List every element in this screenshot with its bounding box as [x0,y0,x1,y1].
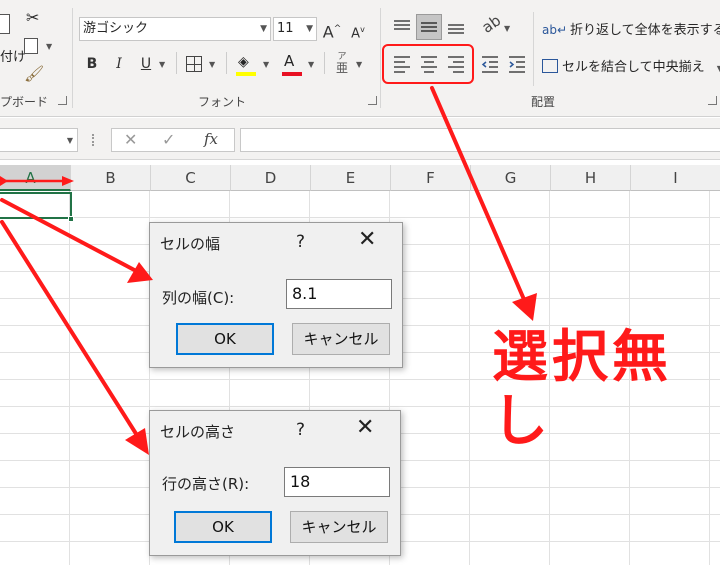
wrap-text-label: 折り返して全体を表示する [570,23,720,38]
formula-bar-grip[interactable] [92,134,94,146]
separator [176,52,177,74]
cancel-button[interactable]: キャンセル [292,323,390,355]
active-cell[interactable] [0,192,72,219]
orientation-icon[interactable]: ab [479,11,505,36]
font-size-value: 11 [277,21,294,36]
column-header-d[interactable]: D [231,165,311,191]
clipboard-group-label: プボード [0,95,49,109]
font-name-value: 游ゴシック [83,21,149,36]
bottom-align-icon[interactable] [446,17,466,37]
row-height-dialog: セルの高さ ? ✕ 行の高さ(R): 18 OK キャンセル [149,410,401,556]
separator [324,52,325,74]
chevron-down-icon: ▼ [260,24,267,34]
fill-color-dropdown-icon[interactable]: ▼ [263,60,269,69]
font-color-swatch [282,72,302,76]
horizontal-align-highlight [382,44,474,84]
alignment-group-label: 配置 [531,95,556,109]
fill-handle[interactable] [68,216,74,222]
column-header-h[interactable]: H [551,165,631,191]
close-icon[interactable]: ✕ [358,229,376,251]
formula-input[interactable] [240,128,720,152]
middle-align-icon[interactable] [419,17,439,37]
phonetic-guide-icon[interactable]: ア 亜 [334,52,350,74]
phonetic-dropdown-icon[interactable]: ▼ [356,60,362,69]
underline-dropdown-icon[interactable]: ▼ [159,60,165,69]
cancel-button[interactable]: キャンセル [290,511,388,543]
borders-icon[interactable] [186,56,202,72]
no-selection-annotation: 選択無し [492,325,672,454]
copy-icon[interactable] [24,38,38,54]
help-button[interactable]: ? [296,232,305,252]
close-icon[interactable]: ✕ [356,417,374,439]
decrease-indent-icon[interactable] [480,54,500,74]
column-width-label: 列の幅(C): [162,289,235,307]
help-button[interactable]: ? [296,420,305,440]
insert-function-button[interactable]: fx [204,130,218,148]
separator [533,12,534,86]
column-header-e[interactable]: E [311,165,391,191]
cut-icon[interactable]: ✂ [26,8,39,27]
name-box[interactable]: ▼ [0,128,78,152]
separator [72,8,73,108]
column-width-dialog: セルの幅 ? ✕ 列の幅(C): 8.1 OK キャンセル [149,222,403,368]
font-size-select[interactable]: 11 ▼ [273,17,317,41]
cancel-entry-icon[interactable]: ✕ [124,130,137,149]
increase-font-size-button[interactable]: A^ [322,17,342,41]
clipboard-launcher-icon[interactable] [58,96,67,105]
increase-indent-icon[interactable] [507,54,527,74]
enter-entry-icon[interactable]: ✓ [162,130,175,149]
italic-button[interactable]: I [110,52,128,76]
font-launcher-icon[interactable] [368,96,377,105]
orientation-dropdown-icon[interactable]: ▼ [504,24,510,33]
font-group-label: フォント [198,95,247,109]
wrap-text-icon: ab↵ [542,23,568,37]
dialog-title: セルの幅 [160,235,221,253]
excel-window: 付け ✂ ▼ 🖌 プボード 游ゴシック ▼ 11 ▼ A^ Av B I U ▼… [0,0,720,565]
column-header-g[interactable]: G [471,165,551,191]
merge-center-button[interactable]: セルを結合して中央揃え ▼ [542,56,720,75]
row-height-field[interactable]: 18 [284,467,390,497]
column-header-b[interactable]: B [71,165,151,191]
fill-color-swatch [236,72,256,76]
merge-center-label: セルを結合して中央揃え [562,60,705,75]
font-color-icon[interactable]: A [284,52,294,70]
separator [226,52,227,74]
column-header-a[interactable]: A [0,165,71,191]
formula-buttons: ✕ ✓ fx [111,128,235,152]
chevron-down-icon: ▼ [306,24,313,34]
bold-button[interactable]: B [83,52,101,76]
column-header-i[interactable]: I [631,165,720,191]
wrap-text-button[interactable]: ab↵ 折り返して全体を表示する [542,19,720,38]
column-header-f[interactable]: F [391,165,471,191]
dialog-title: セルの高さ [160,423,236,441]
paste-label[interactable]: 付け [0,46,26,65]
ok-button[interactable]: OK [176,323,274,355]
separator [380,8,381,108]
decrease-font-size-button[interactable]: Av [348,18,368,42]
copy-dropdown-icon[interactable]: ▼ [46,42,52,51]
paste-icon[interactable] [0,14,10,34]
font-color-dropdown-icon[interactable]: ▼ [308,60,314,69]
underline-button[interactable]: U [137,52,155,76]
borders-dropdown-icon[interactable]: ▼ [209,60,215,69]
font-name-select[interactable]: 游ゴシック ▼ [79,17,271,41]
format-painter-icon[interactable]: 🖌 [24,64,44,83]
merge-center-icon [542,59,558,73]
row-height-label: 行の高さ(R): [162,475,250,493]
column-width-field[interactable]: 8.1 [286,279,392,309]
ribbon: 付け ✂ ▼ 🖌 プボード 游ゴシック ▼ 11 ▼ A^ Av B I U ▼… [0,0,720,117]
phonetic-bottom: 亜 [335,61,348,75]
alignment-launcher-icon[interactable] [708,96,717,105]
fill-color-icon[interactable]: ◈ [238,54,249,70]
formula-bar: ▼ ✕ ✓ fx [0,118,720,160]
top-align-icon[interactable] [392,17,412,37]
chevron-down-icon[interactable]: ▼ [67,136,73,145]
ok-button[interactable]: OK [174,511,272,543]
column-header-c[interactable]: C [151,165,231,191]
